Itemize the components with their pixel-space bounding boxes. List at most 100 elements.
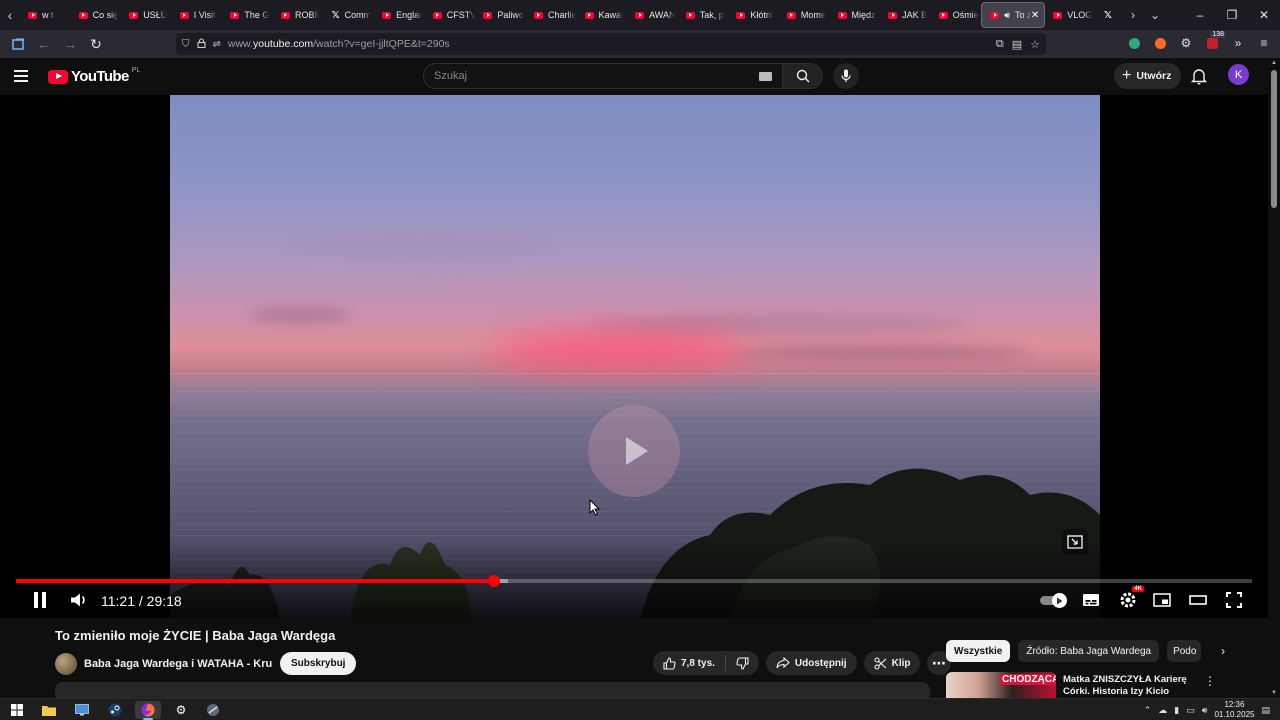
notifications-icon[interactable]: ▤ <box>1261 705 1270 716</box>
picture-in-picture-icon[interactable]: ⧉ <box>996 38 1004 51</box>
file-explorer-taskbar-button[interactable] <box>36 701 62 719</box>
app-taskbar-button[interactable] <box>200 701 226 719</box>
browser-tab[interactable]: AWAN <box>627 3 678 27</box>
account-avatar[interactable]: K <box>1228 64 1249 85</box>
vpn-extension-icon[interactable] <box>1126 34 1142 52</box>
voice-search-button[interactable] <box>833 63 859 89</box>
extensions-puzzle-icon[interactable]: ⚙ <box>1178 34 1194 52</box>
system-clock[interactable]: 12:36 01.10.2025 <box>1214 700 1254 720</box>
miniplayer-button[interactable] <box>1150 589 1174 611</box>
video-player[interactable]: 11:21 / 29:18 4K <box>0 95 1268 618</box>
lock-icon[interactable] <box>196 37 206 51</box>
browser-tab[interactable]: CFSTV <box>425 3 475 27</box>
notifications-bell-icon[interactable] <box>1190 67 1208 85</box>
progress-bar[interactable] <box>16 575 1252 587</box>
channel-name[interactable]: Baba Jaga Wardega i WATAHA - Krul... <box>84 658 272 670</box>
share-button[interactable]: Udostępnij <box>765 651 857 675</box>
browser-tab[interactable]: USŁU <box>121 3 172 27</box>
overflow-chevron-icon[interactable]: » <box>1230 34 1246 52</box>
recommended-video[interactable]: CHODZĄCA Matka ZNISZCZYŁA Karierę Córki.… <box>946 672 1268 698</box>
volume-button[interactable] <box>67 589 91 611</box>
tab-scroll-left-button[interactable]: ‹ <box>0 0 20 30</box>
tab-close-icon[interactable]: ✕ <box>1031 10 1039 21</box>
url-bar[interactable]: ⛉ ⇌ www.youtube.com/watch?v=geI-jjltQPE&… <box>176 33 1046 55</box>
restore-window-button[interactable]: ❐ <box>1216 0 1248 30</box>
browser-tab[interactable]: Mome <box>779 3 830 27</box>
tab-scroll-right-button[interactable]: › <box>1122 0 1144 30</box>
pause-button[interactable] <box>28 589 52 611</box>
scrollbar-thumb[interactable] <box>1271 70 1277 208</box>
permissions-icon[interactable]: ⇌ <box>213 39 221 50</box>
search-button[interactable] <box>783 63 823 89</box>
reader-view-icon[interactable]: ▤ <box>1012 38 1022 51</box>
browser-tab[interactable]: JAK B <box>880 3 931 27</box>
reload-button[interactable]: ↻ <box>84 32 108 56</box>
channel-avatar[interactable] <box>55 652 77 675</box>
center-play-button[interactable] <box>588 405 680 497</box>
firefox-extension-icon[interactable] <box>1152 34 1168 52</box>
browser-tab[interactable]: ROBIł <box>273 3 324 27</box>
page-scrollbar[interactable]: ▲ ▼ <box>1268 58 1280 698</box>
settings-taskbar-button[interactable]: ⚙ <box>168 701 194 719</box>
browser-tab[interactable]: VLOG <box>1045 3 1096 27</box>
search-input[interactable]: Szukaj <box>423 63 783 89</box>
settings-button[interactable]: 4K <box>1116 586 1144 611</box>
browser-tab[interactable]: Ośmie <box>931 3 982 27</box>
scroll-up-arrow-icon[interactable]: ▲ <box>1271 60 1277 66</box>
control-panel-taskbar-button[interactable] <box>69 701 95 719</box>
tab-view-icon[interactable] <box>6 32 30 56</box>
like-button[interactable]: 7,8 tys. <box>653 651 725 675</box>
fullscreen-button[interactable] <box>1222 589 1246 611</box>
chip-similar[interactable]: Podo <box>1167 640 1202 662</box>
url-text[interactable]: www.youtube.com/watch?v=geI-jjltQPE&t=29… <box>228 38 450 50</box>
steam-taskbar-button[interactable] <box>102 701 128 719</box>
network-icon[interactable]: ▭ <box>1186 705 1195 716</box>
tray-overflow-chevron-icon[interactable]: ⌃ <box>1144 705 1152 716</box>
app-menu-icon[interactable]: ≡ <box>1256 34 1272 52</box>
browser-tab[interactable]: w t <box>20 3 71 27</box>
bookmark-star-icon[interactable]: ☆ <box>1030 38 1040 51</box>
chip-source-channel[interactable]: Źródło: Baba Jaga Wardega <box>1018 640 1160 662</box>
browser-tab[interactable]: The G <box>222 3 273 27</box>
forward-button[interactable]: → <box>58 32 82 56</box>
browser-tab[interactable]: Co się <box>71 3 122 27</box>
close-window-button[interactable]: ✕ <box>1248 0 1280 30</box>
firefox-taskbar-button[interactable] <box>135 701 161 720</box>
tab-audio-speaker-icon[interactable]: 🔊︎ <box>1004 10 1010 21</box>
browser-tab-active[interactable]: 🔊︎ To z ✕ <box>981 2 1046 28</box>
theater-mode-button[interactable] <box>1186 589 1210 611</box>
browser-tab[interactable]: Kawal <box>577 3 628 27</box>
browser-tab[interactable]: 𝕏 Comm <box>324 3 375 27</box>
adblock-extension-icon[interactable]: 138 <box>1204 31 1226 52</box>
browser-tab[interactable]: Charlie <box>526 3 577 27</box>
browser-tab[interactable]: Englar <box>374 3 425 27</box>
speaker-volume-icon[interactable]: 🔊︎ <box>1202 705 1208 716</box>
create-button[interactable]: + Utwórz <box>1114 63 1182 89</box>
clip-button[interactable]: Klip <box>863 651 921 675</box>
browser-tab[interactable]: 𝕏Uncen <box>1096 3 1116 27</box>
subscribe-button[interactable]: Subskrybuj <box>280 652 357 675</box>
recommended-more-icon[interactable]: ⋮ <box>1204 674 1216 688</box>
guide-menu-button[interactable] <box>14 66 34 86</box>
recommended-thumbnail[interactable]: CHODZĄCA <box>946 672 1056 698</box>
onedrive-cloud-icon[interactable]: ☁ <box>1158 705 1167 716</box>
back-button[interactable]: ← <box>32 32 56 56</box>
shield-icon[interactable]: ⛉ <box>182 39 190 50</box>
youtube-logo[interactable]: YouTube PL <box>48 67 140 85</box>
browser-tab[interactable]: I Visit <box>172 3 223 27</box>
start-button[interactable] <box>4 701 30 719</box>
subtitles-button[interactable] <box>1079 589 1103 611</box>
scroll-down-arrow-icon[interactable]: ▼ <box>1271 690 1277 696</box>
keyboard-icon[interactable] <box>759 72 772 81</box>
chip-all[interactable]: Wszystkie <box>946 640 1011 662</box>
recommended-title[interactable]: Matka ZNISZCZYŁA Karierę Córki. Historia… <box>1063 674 1203 698</box>
list-all-tabs-button[interactable]: ⌄ <box>1144 0 1166 30</box>
autoplay-toggle[interactable] <box>1040 593 1068 608</box>
chips-next-chevron-icon[interactable]: › <box>1221 644 1225 658</box>
dislike-button[interactable] <box>726 651 759 675</box>
minimize-window-button[interactable]: – <box>1184 0 1216 30</box>
browser-tab[interactable]: Międz <box>830 3 881 27</box>
browser-tab[interactable]: Paliwo <box>475 3 526 27</box>
usb-device-icon[interactable]: ▮ <box>1174 705 1179 716</box>
browser-tab[interactable]: Kłótni <box>728 3 779 27</box>
